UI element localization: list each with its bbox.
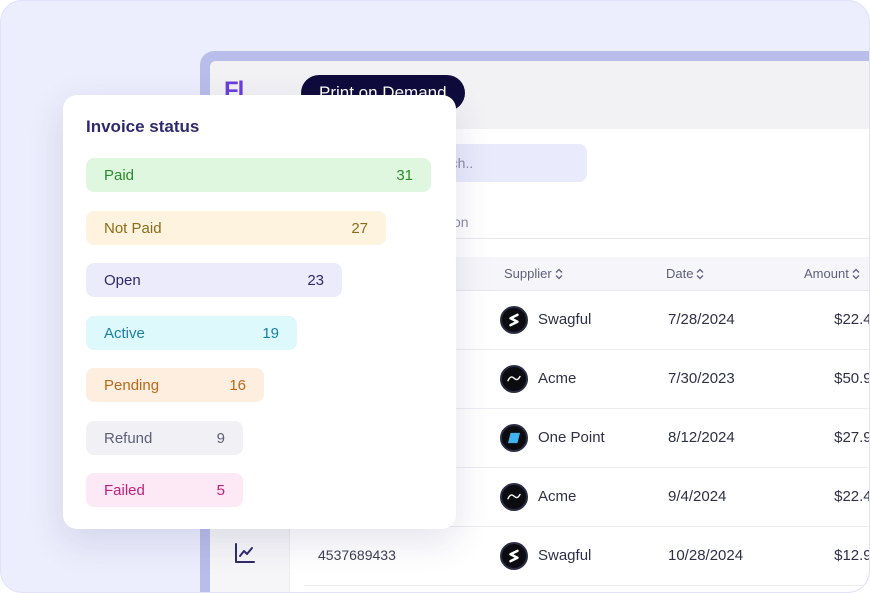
- chart-icon[interactable]: [233, 541, 257, 565]
- status-count: 27: [351, 219, 368, 237]
- supplier-name: Swagful: [538, 547, 592, 564]
- search-input[interactable]: rch..: [440, 144, 587, 182]
- status-label: Paid: [104, 166, 135, 184]
- invoice-amount: $50.99: [834, 370, 869, 387]
- status-count: 19: [262, 324, 279, 342]
- supplier-column-header[interactable]: Supplier: [504, 266, 563, 281]
- invoice-date: 8/12/2024: [668, 429, 735, 446]
- stage: Fl Print on Demand rch.. on Supplier Dat…: [0, 0, 870, 593]
- status-bar-refund[interactable]: Refund 9: [86, 421, 243, 455]
- card-title: Invoice status: [86, 117, 200, 136]
- supplier-name: One Point: [538, 429, 605, 446]
- status-label: Failed: [104, 481, 145, 499]
- table-row[interactable]: 4537689433 Swagful 10/28/2024 $12.99: [304, 527, 869, 586]
- status-bar-paid[interactable]: Paid 31: [86, 158, 431, 192]
- sort-icon: [555, 268, 563, 279]
- amount-header-label: Amount: [804, 266, 849, 281]
- status-count: 9: [216, 429, 225, 447]
- onepoint-logo-icon: [500, 424, 528, 452]
- date-header-label: Date: [666, 266, 694, 281]
- invoice-amount: $22.49: [834, 488, 869, 505]
- invoice-date: 7/28/2024: [668, 311, 735, 328]
- invoice-date: 7/30/2023: [668, 370, 735, 387]
- status-label: Open: [104, 271, 141, 289]
- invoice-amount: $12.99: [834, 547, 869, 564]
- status-count: 31: [396, 166, 413, 184]
- status-count: 16: [229, 376, 246, 394]
- status-count: 23: [307, 271, 324, 289]
- status-label: Active: [104, 324, 145, 342]
- date-column-header[interactable]: Date: [666, 266, 704, 281]
- invoice-amount: $27.98: [834, 429, 869, 446]
- supplier-name: Swagful: [538, 311, 592, 328]
- swagful-logo-icon: [500, 306, 528, 334]
- invoice-status-card: Invoice status Paid 31 Not Paid 27 Open 23 Act…: [63, 95, 456, 529]
- status-label: Not Paid: [104, 219, 162, 237]
- acme-logo-icon: [500, 365, 528, 393]
- sort-icon: [697, 268, 704, 279]
- amount-column-header[interactable]: Amount: [804, 266, 860, 281]
- status-bar-failed[interactable]: Failed 5: [86, 473, 243, 507]
- status-label: Refund: [104, 429, 153, 447]
- invoice-date: 9/4/2024: [668, 488, 727, 505]
- status-bar-pending[interactable]: Pending 16: [86, 368, 264, 402]
- invoice-id: 4537689433: [318, 547, 396, 563]
- status-label: Pending: [104, 376, 160, 394]
- sort-icon: [852, 268, 860, 279]
- acme-logo-icon: [500, 483, 528, 511]
- status-bar-open[interactable]: Open 23: [86, 263, 342, 297]
- status-bar-active[interactable]: Active 19: [86, 316, 297, 350]
- status-bar-not-paid[interactable]: Not Paid 27: [86, 211, 386, 245]
- supplier-name: Acme: [538, 488, 577, 505]
- status-count: 5: [216, 481, 225, 499]
- supplier-name: Acme: [538, 370, 577, 387]
- swagful-logo-icon: [500, 542, 528, 570]
- supplier-header-label: Supplier: [504, 266, 552, 281]
- invoice-amount: $22.49: [834, 311, 869, 328]
- invoice-date: 10/28/2024: [668, 547, 744, 564]
